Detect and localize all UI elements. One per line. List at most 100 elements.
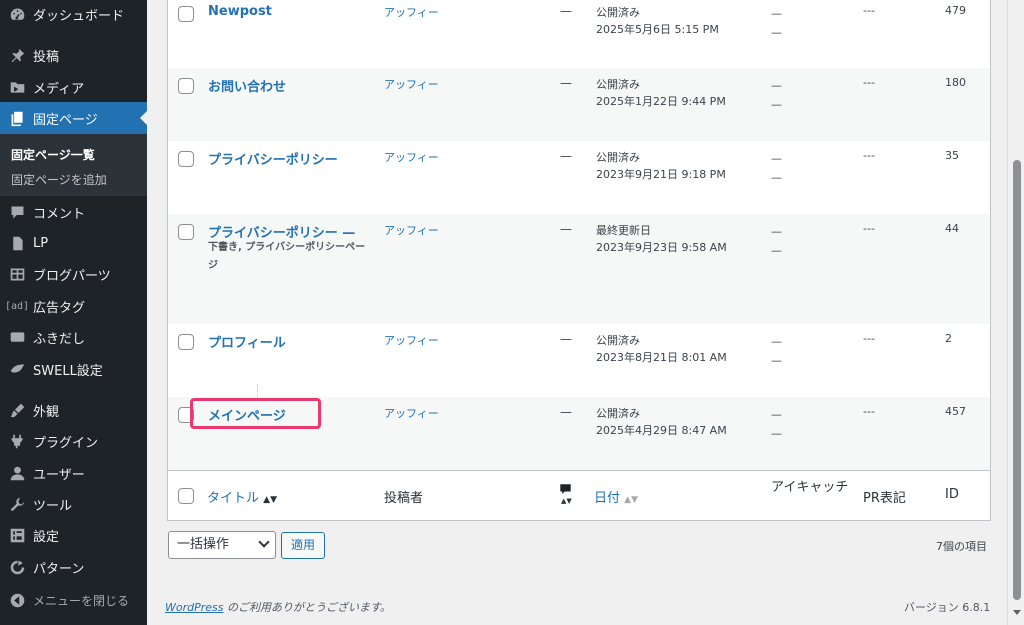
menu-posts[interactable]: 投稿 <box>0 39 147 71</box>
row-author-link[interactable]: アッフィー <box>384 332 439 348</box>
column-date-sort[interactable]: 日付 ▲▼ <box>594 487 638 506</box>
row-checkbox[interactable] <box>178 151 194 167</box>
menu-blog-parts[interactable]: ブログパーツ <box>0 258 147 290</box>
menu-appearance[interactable]: 外観 <box>0 394 147 426</box>
row-pr: --- <box>863 332 875 345</box>
column-featured: アイキャッチ <box>771 480 849 495</box>
wrench-icon <box>8 495 26 513</box>
row-checkbox[interactable] <box>178 334 194 350</box>
scroll-down-icon[interactable] <box>1013 610 1021 615</box>
balloon-icon <box>8 328 26 346</box>
highlight-box <box>190 398 321 429</box>
pages-submenu: 固定ページ一覧 固定ページを追加 <box>0 134 147 196</box>
row-pr: --- <box>863 149 875 162</box>
row-date: 2023年8月21日 8:01 AM <box>596 351 727 364</box>
plugin-icon <box>8 432 26 450</box>
table-row: プライバシーポリシー アッフィー — 公開済み 2023年9月21日 9:18 … <box>168 141 990 214</box>
menu-media[interactable]: メディア <box>0 71 147 103</box>
row-title-link[interactable]: プライバシーポリシー <box>208 149 338 168</box>
row-author-link[interactable]: アッフィー <box>384 4 439 20</box>
menu-comments[interactable]: コメント <box>0 196 147 228</box>
menu-dashboard[interactable]: ダッシュボード <box>0 0 147 30</box>
row-pr: --- <box>863 405 875 418</box>
scrollbar[interactable] <box>1007 0 1024 625</box>
row-date: 2023年9月23日 9:58 AM <box>596 241 727 254</box>
apply-button[interactable]: 適用 <box>281 532 325 559</box>
row-comments: — <box>560 222 572 236</box>
row-checkbox[interactable] <box>178 78 194 94</box>
row-comments: — <box>560 4 572 18</box>
row-title-link[interactable]: お問い合わせ <box>208 76 286 95</box>
row-id: 44 <box>945 222 959 235</box>
table-row: お問い合わせ アッフィー — 公開済み 2025年1月22日 9:44 PM —… <box>168 68 990 141</box>
menu-collapse[interactable]: メニューを閉じる <box>0 584 147 616</box>
row-featured-2: — <box>771 244 782 257</box>
select-all-checkbox[interactable] <box>178 488 194 504</box>
footer-thanks: WordPress のご利用ありがとうございます。 <box>165 601 391 614</box>
wordpress-link[interactable]: WordPress <box>165 601 224 614</box>
menu-users[interactable]: ユーザー <box>0 457 147 489</box>
menu-pages[interactable]: 固定ページ <box>0 102 147 134</box>
row-pr: --- <box>863 4 875 17</box>
row-author-link[interactable]: アッフィー <box>384 405 439 421</box>
row-author-link[interactable]: アッフィー <box>384 76 439 92</box>
menu-settings[interactable]: 設定 <box>0 519 147 551</box>
row-author-link[interactable]: アッフィー <box>384 149 439 165</box>
row-author-link[interactable]: アッフィー <box>384 222 439 238</box>
menu-patterns[interactable]: パターン <box>0 551 147 583</box>
row-featured-1: — <box>771 7 782 20</box>
chevron-down-icon <box>258 536 270 548</box>
admin-sidebar: ダッシュボード 投稿 メディア 固定ページ 固定ページ一覧 固定ページを追加 コ… <box>0 0 147 625</box>
row-comments: — <box>560 149 572 163</box>
row-checkbox[interactable] <box>178 224 194 240</box>
items-count: 7個の項目 <box>936 540 987 553</box>
row-featured-1: — <box>771 79 782 92</box>
column-author: 投稿者 <box>384 491 424 506</box>
bulk-action-select[interactable]: 一括操作 <box>168 531 276 559</box>
column-title-sort[interactable]: タイトル ▲▼ <box>207 487 277 506</box>
row-post-state: 下書き, プライバシーポリシーページ <box>208 242 366 271</box>
row-date: 2025年4月29日 8:47 AM <box>596 424 727 437</box>
table-footer-header: タイトル ▲▼ 投稿者 ▲▼ 日付 ▲▼ アイキャッチ PR表記 ID <box>168 470 990 520</box>
row-id: 2 <box>945 332 952 345</box>
menu-balloon[interactable]: ふきだし <box>0 321 147 353</box>
row-featured-2: — <box>771 354 782 367</box>
comments-sort-icon: ▲▼ <box>561 497 572 505</box>
row-date: 2025年1月22日 9:44 PM <box>596 95 726 108</box>
dashboard-icon <box>8 5 26 23</box>
row-title-link[interactable]: プロフィール <box>208 332 286 351</box>
menu-lp[interactable]: LP <box>0 227 147 259</box>
table-row: Newpost アッフィー — 公開済み 2025年5月6日 5:15 PM —… <box>168 0 990 68</box>
menu-swell-settings[interactable]: SWELL設定 <box>0 353 147 385</box>
row-id: 479 <box>945 4 966 17</box>
swell-icon <box>8 360 26 378</box>
row-featured-2: — <box>771 98 782 111</box>
media-icon <box>8 78 26 96</box>
sort-icon: ▲▼ <box>624 495 638 505</box>
row-id: 457 <box>945 405 966 418</box>
submenu-all-pages[interactable]: 固定ページ一覧 <box>11 146 95 163</box>
submenu-add-page[interactable]: 固定ページを追加 <box>11 171 107 188</box>
pages-table: Newpost アッフィー — 公開済み 2025年5月6日 5:15 PM —… <box>167 0 991 521</box>
row-checkbox[interactable] <box>178 6 194 22</box>
row-featured-1: — <box>771 152 782 165</box>
comment-bubble-icon[interactable] <box>559 481 572 495</box>
row-comments: — <box>560 332 572 346</box>
row-title-link[interactable]: Newpost <box>208 4 272 19</box>
sort-icon: ▲▼ <box>263 495 277 505</box>
pin-icon <box>8 46 26 64</box>
pattern-icon <box>8 558 26 576</box>
scrollbar-thumb[interactable] <box>1013 160 1021 600</box>
row-id: 35 <box>945 149 959 162</box>
grid-icon <box>8 265 26 283</box>
row-status: 公開済み <box>596 78 640 91</box>
settings-icon <box>8 526 26 544</box>
menu-ad-tag[interactable]: [ad] 広告タグ <box>0 290 147 322</box>
brush-icon <box>8 401 26 419</box>
row-pr: --- <box>863 76 875 89</box>
comment-icon <box>8 203 26 221</box>
row-comments: — <box>560 76 572 90</box>
document-icon <box>8 234 26 252</box>
menu-tools[interactable]: ツール <box>0 488 147 520</box>
menu-plugins[interactable]: プラグイン <box>0 425 147 457</box>
